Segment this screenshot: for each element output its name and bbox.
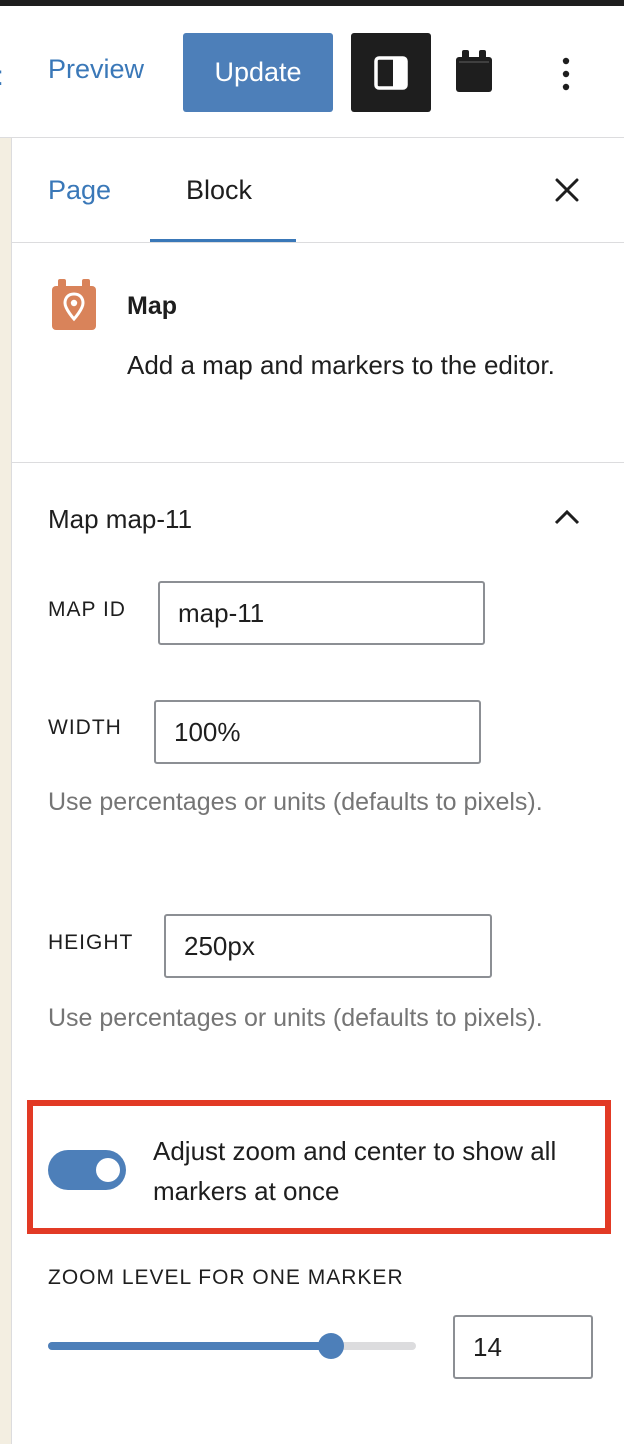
zoom-slider[interactable] <box>48 1333 416 1359</box>
settings-sidebar-button[interactable] <box>351 33 431 112</box>
editor-canvas-edge <box>0 138 12 1444</box>
block-card: Map Add a map and markers to the editor. <box>12 244 624 463</box>
plugin-calendar-icon <box>456 50 492 92</box>
fit-markers-toggle[interactable] <box>48 1150 126 1190</box>
editor-header: : Preview Update <box>0 6 624 138</box>
fit-markers-label: Adjust zoom and center to show all marke… <box>153 1136 557 1206</box>
close-sidebar-button[interactable] <box>552 175 582 205</box>
map-pin-icon <box>52 279 96 330</box>
tab-page[interactable]: Page <box>48 175 111 206</box>
map-settings-panel: Map map-11 MAP ID WIDTH Use percentages … <box>12 464 624 1444</box>
plugin-button[interactable] <box>448 38 500 104</box>
close-icon <box>555 178 579 202</box>
panel-title: Map map-11 <box>48 504 193 534</box>
preview-button[interactable]: Preview <box>48 54 144 85</box>
tab-block[interactable]: Block <box>186 175 252 206</box>
options-button[interactable] <box>542 46 590 102</box>
active-tab-indicator <box>150 239 296 242</box>
zoom-slider-thumb[interactable] <box>318 1333 345 1359</box>
height-label: HEIGHT <box>48 931 134 954</box>
width-help-text: Use percentages or units (defaults to pi… <box>48 788 543 816</box>
sidebar-toggle-icon <box>374 55 408 90</box>
collapse-panel-button[interactable] <box>552 504 582 530</box>
block-description: Add a map and markers to the editor. <box>127 350 555 380</box>
width-input[interactable] <box>154 700 481 764</box>
block-title: Map <box>127 292 177 320</box>
height-help-text: Use percentages or units (defaults to pi… <box>48 1004 543 1032</box>
width-label: WIDTH <box>48 716 122 739</box>
zoom-level-label: ZOOM LEVEL FOR ONE MARKER <box>48 1266 404 1289</box>
sidebar-tabs: Page Block <box>12 139 624 243</box>
update-button[interactable]: Update <box>183 33 333 112</box>
zoom-level-input[interactable] <box>453 1315 593 1379</box>
toggle-knob <box>96 1158 120 1182</box>
header-overflow-glyph: : <box>0 60 4 92</box>
zoom-slider-fill <box>48 1342 332 1350</box>
chevron-up-icon <box>554 509 580 525</box>
map-id-label: MAP ID <box>48 598 126 621</box>
more-vertical-icon <box>562 57 570 91</box>
height-input[interactable] <box>164 914 492 978</box>
map-id-input[interactable] <box>158 581 485 645</box>
